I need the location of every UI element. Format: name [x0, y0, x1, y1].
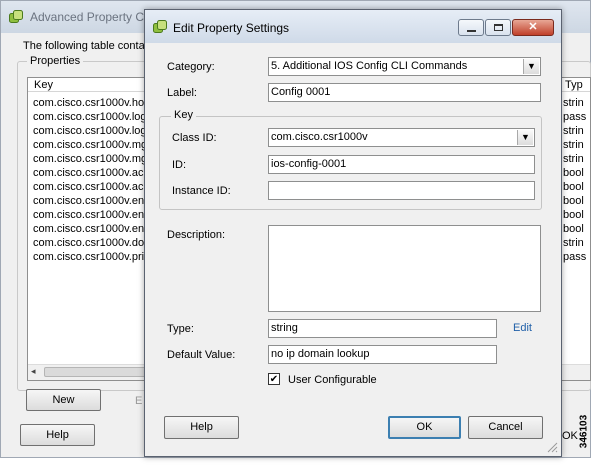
class-id-select[interactable]: com.cisco.csr1000v ▼: [268, 128, 535, 147]
advanced-property-title: Advanced Property C: [30, 10, 145, 24]
table-row-type[interactable]: strin: [563, 153, 584, 165]
minimize-button[interactable]: [458, 19, 484, 36]
table-row-key[interactable]: com.cisco.csr1000v.ho: [33, 97, 144, 109]
cancel-button[interactable]: Cancel: [468, 416, 543, 439]
table-row-key[interactable]: com.cisco.csr1000v.mg: [33, 139, 147, 151]
key-group-label: Key: [171, 109, 196, 121]
table-row-key[interactable]: com.cisco.csr1000v.ac: [33, 167, 143, 179]
user-configurable-label[interactable]: User Configurable: [288, 374, 377, 386]
id-label: ID:: [172, 159, 187, 171]
resize-grip-icon[interactable]: [546, 441, 558, 453]
help-button[interactable]: Help: [164, 416, 239, 439]
type-input[interactable]: string: [268, 319, 497, 338]
close-icon: ✕: [528, 21, 538, 33]
table-row-key[interactable]: com.cisco.csr1000v.log: [33, 111, 147, 123]
table-row-type[interactable]: strin: [563, 237, 584, 249]
user-configurable-checkbox[interactable]: ✔: [268, 373, 280, 385]
ok-button[interactable]: OK: [388, 416, 461, 439]
new-button[interactable]: New: [26, 389, 101, 411]
table-row-type[interactable]: bool: [563, 209, 584, 221]
label-input[interactable]: Config 0001: [268, 83, 541, 102]
figure-id-text: 346103: [578, 414, 590, 449]
checkmark-icon: ✔: [269, 374, 279, 385]
edit-button-partial[interactable]: E: [135, 395, 142, 407]
description-textarea[interactable]: [268, 225, 541, 312]
table-row-key[interactable]: com.cisco.csr1000v.do: [33, 237, 144, 249]
edit-type-link[interactable]: Edit: [513, 322, 532, 334]
table-row-type[interactable]: pass: [563, 251, 586, 263]
maximize-button[interactable]: [485, 19, 511, 36]
class-id-label: Class ID:: [172, 132, 217, 144]
dialog-title: Edit Property Settings: [173, 21, 290, 35]
type-label: Type:: [167, 323, 194, 335]
table-row-type[interactable]: pass: [563, 111, 586, 123]
table-row-type[interactable]: bool: [563, 223, 584, 235]
table-description: The following table conta: [23, 40, 145, 52]
label-label: Label:: [167, 87, 197, 99]
table-row-type[interactable]: bool: [563, 167, 584, 179]
category-select[interactable]: 5. Additional IOS Config CLI Commands ▼: [268, 57, 541, 76]
column-header-key[interactable]: Key: [34, 79, 53, 91]
close-button[interactable]: ✕: [512, 19, 554, 36]
table-row-key[interactable]: com.cisco.csr1000v.log: [33, 125, 147, 137]
table-row-type[interactable]: strin: [563, 97, 584, 109]
table-row-key[interactable]: com.cisco.csr1000v.mg: [33, 153, 147, 165]
minimize-icon: [467, 30, 476, 32]
edit-property-dialog: Edit Property Settings ✕ Category: 5. Ad…: [144, 9, 562, 457]
table-row-type[interactable]: bool: [563, 195, 584, 207]
instance-id-input[interactable]: [268, 181, 535, 200]
table-row-key[interactable]: com.cisco.csr1000v.en: [33, 223, 144, 235]
table-row-type[interactable]: strin: [563, 139, 584, 151]
vsphere-app-icon: [9, 10, 23, 23]
table-row-key[interactable]: com.cisco.csr1000v.pri: [33, 251, 144, 263]
vsphere-app-icon: [153, 20, 167, 33]
class-id-value: com.cisco.csr1000v: [271, 131, 368, 143]
column-header-type[interactable]: Typ: [565, 79, 583, 91]
category-value: 5. Additional IOS Config CLI Commands: [271, 60, 468, 72]
help-button-background[interactable]: Help: [20, 424, 95, 446]
table-row-key[interactable]: com.cisco.csr1000v.en: [33, 209, 144, 221]
category-label: Category:: [167, 61, 215, 73]
figure-id-tag: 346103: [577, 400, 591, 468]
table-row-key[interactable]: com.cisco.csr1000v.en: [33, 195, 144, 207]
table-row-key[interactable]: com.cisco.csr1000v.ac: [33, 181, 143, 193]
description-label: Description:: [167, 229, 226, 241]
chevron-down-icon[interactable]: ▼: [523, 59, 539, 74]
default-value-label: Default Value:: [167, 349, 236, 361]
id-input[interactable]: ios-config-0001: [268, 155, 535, 174]
default-value-input[interactable]: no ip domain lookup: [268, 345, 497, 364]
instance-id-label: Instance ID:: [172, 185, 231, 197]
table-row-type[interactable]: bool: [563, 181, 584, 193]
table-row-type[interactable]: strin: [563, 125, 584, 137]
scroll-left-icon[interactable]: ◂: [31, 366, 36, 377]
properties-group-label: Properties: [27, 55, 84, 67]
maximize-icon: [494, 24, 503, 31]
ok-button-partial[interactable]: OK: [562, 430, 578, 442]
chevron-down-icon[interactable]: ▼: [517, 130, 533, 145]
